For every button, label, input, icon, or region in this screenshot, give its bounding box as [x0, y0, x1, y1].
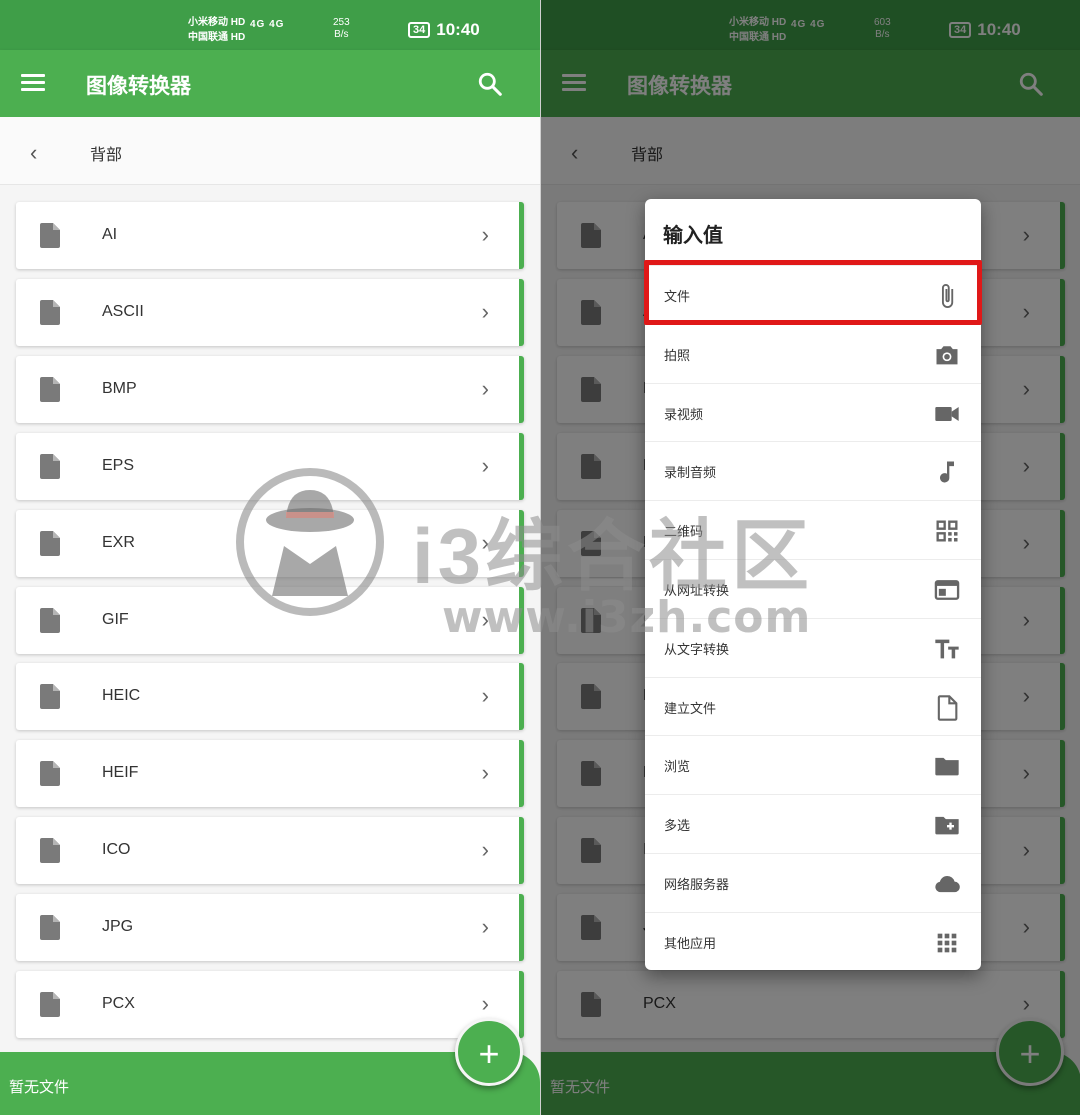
format-item-ascii[interactable]: ASCII ›: [16, 278, 524, 346]
dialog-option-videocam[interactable]: 录视频: [645, 382, 981, 442]
format-item-bmp[interactable]: BMP ›: [16, 355, 524, 423]
dialog-option-label: 其他应用: [664, 935, 717, 951]
file-icon: [40, 223, 60, 248]
menu-icon[interactable]: [21, 74, 45, 92]
dialog-option-label: 录视频: [664, 406, 704, 422]
format-label: EXR: [102, 533, 135, 551]
back-row[interactable]: ‹ 背部: [0, 117, 540, 185]
right-screen: 小米移动 HD 中国联通 HD 4G 4G 603 B/s 34 10:40 图…: [541, 0, 1080, 1115]
videocam-icon: [933, 400, 961, 428]
format-label: ICO: [102, 841, 131, 859]
format-item-eps[interactable]: EPS ›: [16, 432, 524, 500]
file-icon: [40, 838, 60, 864]
dialog-option-label: 建立文件: [664, 700, 717, 716]
format-label: AI: [102, 226, 118, 243]
format-label: PCX: [102, 995, 135, 1012]
dialog-option-label: 从文字转换: [664, 641, 730, 657]
chevron-right-icon: ›: [481, 222, 489, 247]
dialog-option-qr-code[interactable]: 二维码: [645, 500, 981, 559]
format-label: ASCII: [102, 302, 144, 320]
dialog-option-folder[interactable]: 浏览: [645, 735, 981, 794]
network-speed: 253 B/s: [333, 17, 350, 40]
search-icon[interactable]: [477, 71, 503, 97]
chevron-right-icon: ›: [481, 991, 489, 1016]
format-label: HEIF: [102, 764, 139, 782]
dialog-option-label: 录制音频: [664, 465, 717, 481]
highlight-box: [644, 260, 982, 325]
dialog-option-text-size[interactable]: 从文字转换: [645, 617, 981, 677]
carrier-names: 小米移动 HD 中国联通 HD: [188, 17, 246, 43]
clock: 10:40: [436, 20, 480, 39]
format-item-jpg[interactable]: JPG ›: [16, 894, 524, 962]
format-item-heic[interactable]: HEIC ›: [16, 663, 524, 731]
file-icon: [40, 607, 60, 633]
signal-icon: 4G 4G: [250, 19, 285, 30]
format-item-pcx[interactable]: PCX ›: [16, 971, 524, 1038]
dialog-option-label: 从网址转换: [664, 583, 730, 598]
chevron-right-icon: ›: [481, 298, 489, 324]
format-item-heif[interactable]: HEIF ›: [16, 740, 524, 808]
dialog-option-music-note[interactable]: 录制音频: [645, 441, 981, 500]
app-bar: 图像转换器: [0, 50, 540, 117]
chevron-right-icon: ›: [481, 452, 489, 478]
chevron-left-icon[interactable]: ‹: [30, 140, 37, 166]
folder-icon: [933, 752, 961, 780]
music-note-icon: [933, 458, 961, 486]
battery-icon: 34: [408, 22, 431, 38]
dialog-option-new-file[interactable]: 建立文件: [645, 676, 981, 736]
qr-code-icon: [933, 517, 961, 545]
chevron-right-icon: ›: [481, 683, 489, 709]
chevron-right-icon: ›: [481, 375, 489, 401]
format-label: GIF: [102, 610, 129, 628]
app-title: 图像转换器: [86, 75, 191, 98]
format-item-gif[interactable]: GIF ›: [16, 586, 524, 654]
dialog-option-folder-plus[interactable]: 多选: [645, 794, 981, 853]
apps-grid-icon: [933, 929, 961, 957]
cloud-icon: [933, 870, 961, 898]
dialog-option-label: 拍照: [664, 347, 691, 363]
back-label: 背部: [90, 147, 123, 164]
chevron-right-icon: ›: [481, 914, 489, 940]
format-item-exr[interactable]: EXR ›: [16, 509, 524, 577]
dialog-option-cloud[interactable]: 网络服务器: [645, 853, 981, 912]
left-screen: 小米移动 HD 中国联通 HD 4G 4G 253 B/s 34 10:40 图…: [0, 0, 540, 1115]
dialog-option-label: 浏览: [664, 759, 691, 775]
dialog-option-web-window[interactable]: 从网址转换: [645, 559, 981, 618]
file-icon: [40, 684, 60, 710]
format-label: BMP: [102, 379, 137, 397]
file-icon: [40, 299, 60, 325]
format-item-ico[interactable]: ICO ›: [16, 817, 524, 885]
dialog-option-label: 网络服务器: [664, 877, 730, 892]
add-button[interactable]: +: [455, 1018, 523, 1086]
file-icon: [40, 992, 60, 1017]
dialog-option-camera[interactable]: 拍照: [645, 323, 981, 383]
dialog-option-apps-grid[interactable]: 其他应用: [645, 911, 981, 971]
folder-plus-icon: [933, 811, 961, 839]
file-icon: [40, 761, 60, 787]
new-file-icon: [933, 694, 961, 722]
chevron-right-icon: ›: [481, 529, 489, 555]
status-bar: 小米移动 HD 中国联通 HD 4G 4G 253 B/s 34 10:40: [0, 0, 540, 50]
file-icon: [40, 530, 60, 556]
web-window-icon: [933, 576, 961, 604]
format-label: HEIC: [102, 687, 141, 705]
no-files-label: 暂无文件: [9, 1079, 70, 1096]
chevron-right-icon: ›: [481, 606, 489, 632]
text-size-icon: [933, 635, 961, 663]
dialog-option-label: 多选: [664, 818, 691, 834]
format-label: EPS: [102, 456, 135, 474]
format-item-ai[interactable]: AI ›: [16, 202, 524, 269]
chevron-right-icon: ›: [481, 837, 489, 863]
camera-icon: [933, 341, 961, 369]
format-label: JPG: [102, 918, 134, 936]
dialog-title: 输入值: [663, 225, 723, 247]
input-dialog: 输入值 文件 拍照 录视频 录制音频 二维码 从网址转换 从文字转换 建立文件 浏览 多选 网络服务…: [644, 199, 982, 971]
file-icon: [40, 376, 60, 402]
file-icon: [40, 915, 60, 941]
dialog-option-label: 二维码: [664, 524, 704, 540]
chevron-right-icon: ›: [481, 760, 489, 786]
file-icon: [40, 453, 60, 479]
